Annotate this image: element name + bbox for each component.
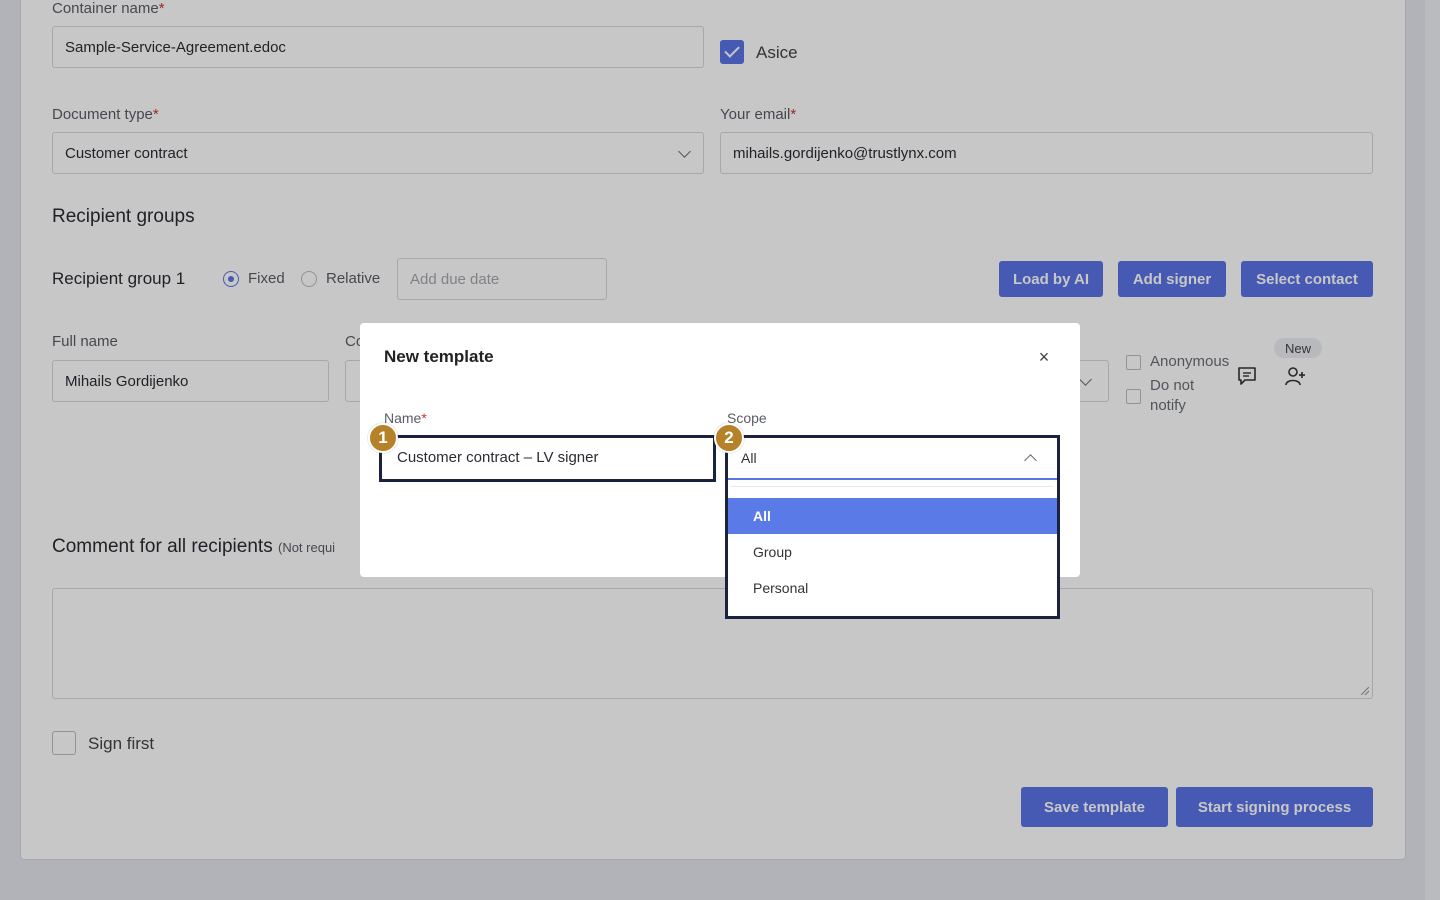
dropdown-divider [730,486,1053,487]
scope-option-group[interactable]: Group [728,534,1057,570]
template-name-value: Customer contract – LV signer [397,449,599,466]
chevron-up-icon [1024,454,1037,467]
scope-value: All [741,450,757,466]
name-label: Name* [384,410,427,426]
scope-dropdown[interactable]: All All Group Personal [725,435,1060,619]
scope-option-personal[interactable]: Personal [728,570,1057,606]
close-icon[interactable]: × [1036,348,1052,366]
scope-select[interactable]: All [728,438,1057,480]
scope-option-all[interactable]: All [728,498,1057,534]
modal-title: New template [384,347,494,366]
step-marker-1: 1 [368,423,398,453]
template-name-input[interactable]: Customer contract – LV signer [379,435,716,482]
step-marker-2: 2 [714,423,744,453]
